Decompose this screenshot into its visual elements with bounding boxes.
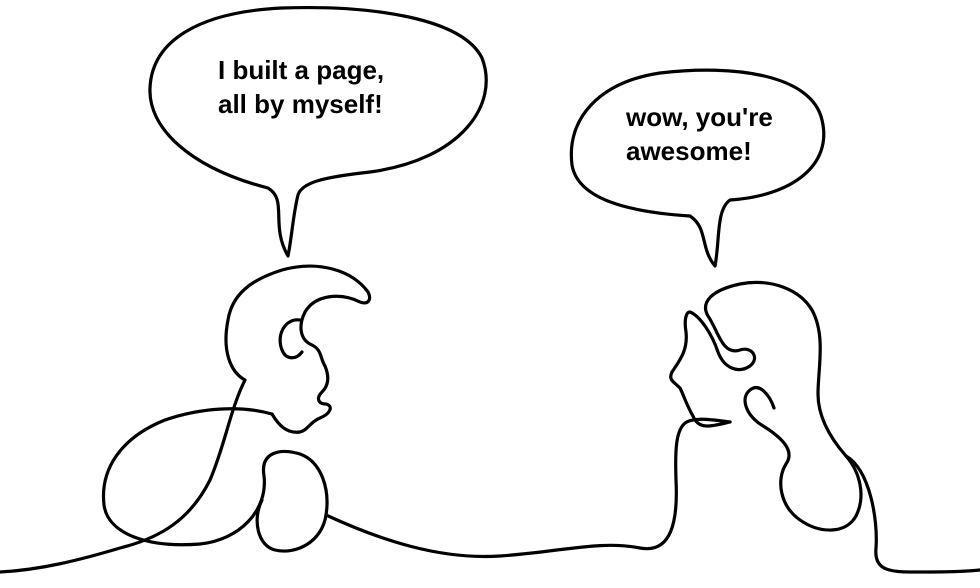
speech-right-line-1: wow, you're	[626, 102, 773, 132]
line-drawing	[0, 6, 980, 574]
woman-body	[844, 454, 980, 574]
cartoon-illustration: I built a page, all by myself! wow, you'…	[0, 0, 980, 588]
speech-bubble-left	[148, 6, 488, 258]
speech-left-line-1: I built a page,	[218, 55, 385, 85]
speech-text-left: I built a page, all by myself!	[218, 53, 384, 121]
woman-figure	[669, 280, 863, 532]
man-body	[101, 407, 329, 553]
ground-line	[324, 417, 732, 559]
speech-left-line-2: all by myself!	[218, 89, 383, 119]
man-ear	[278, 318, 304, 360]
man-figure	[0, 264, 372, 574]
speech-text-right: wow, you're awesome!	[626, 100, 773, 168]
speech-right-line-2: awesome!	[626, 136, 752, 166]
